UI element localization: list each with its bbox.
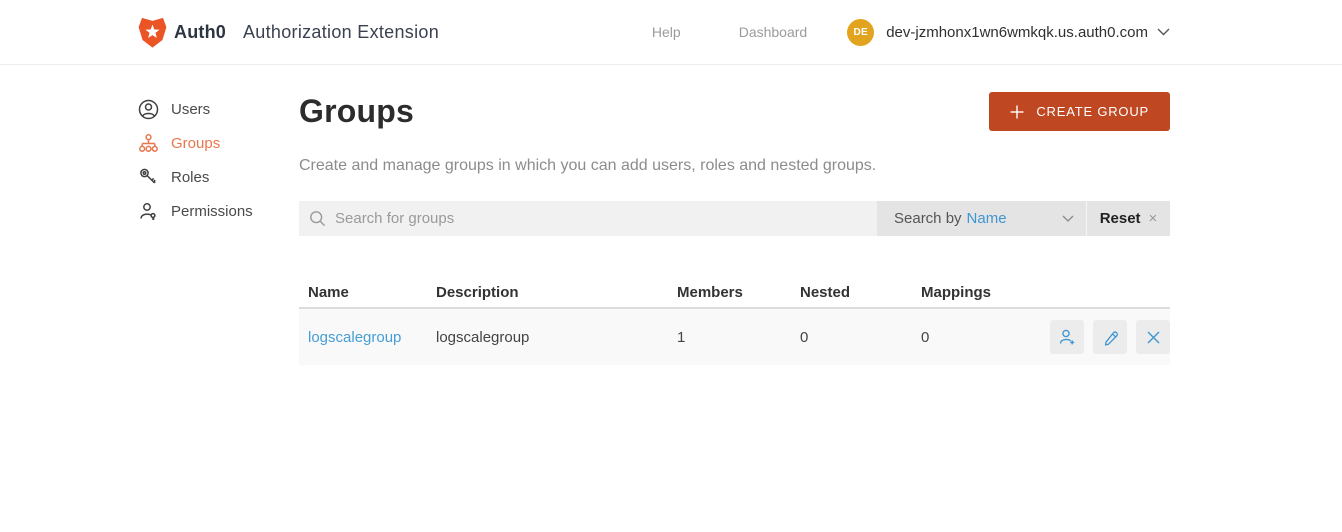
- row-actions: [1041, 320, 1170, 354]
- dashboard-link[interactable]: Dashboard: [739, 24, 808, 40]
- chevron-down-icon[interactable]: [1157, 28, 1170, 36]
- add-user-icon: [1059, 329, 1074, 344]
- app-title: Authorization Extension: [243, 21, 440, 42]
- title-row: Groups CREATE GROUP: [299, 92, 1170, 131]
- close-icon: [1147, 331, 1159, 343]
- close-icon: ×: [1148, 210, 1158, 227]
- group-description-cell: logscalegroup: [436, 328, 530, 346]
- group-members-cell: 1: [677, 328, 686, 346]
- main-panel: Groups CREATE GROUP Create and manage gr…: [299, 65, 1170, 365]
- header-right: Help Dashboard DE dev-jzmhonx1wn6wmkqk.u…: [652, 18, 1170, 46]
- column-header-nested: Nested: [800, 283, 851, 301]
- table-row: logscalegroup logscalegroup 1 0 0: [299, 309, 1170, 365]
- edit-button[interactable]: [1093, 320, 1127, 354]
- group-mappings-cell: 0: [921, 328, 930, 346]
- group-name-link[interactable]: logscalegroup: [308, 329, 401, 346]
- pencil-icon: [1104, 330, 1118, 346]
- tenant-domain: dev-jzmhonx1wn6wmkqk.us.auth0.com: [886, 23, 1148, 41]
- sidebar-item-permissions[interactable]: Permissions: [138, 194, 299, 228]
- plus-icon: [1010, 105, 1024, 119]
- delete-button[interactable]: [1136, 320, 1170, 354]
- groups-table: Name Description Members Nested Mappings…: [299, 277, 1170, 365]
- sidebar-item-label: Groups: [171, 134, 221, 152]
- brand-group: Auth0 Authorization Extension: [138, 17, 439, 48]
- column-header-name: Name: [308, 283, 349, 301]
- page-description: Create and manage groups in which you ca…: [299, 157, 877, 174]
- person-key-icon: [138, 201, 159, 222]
- search-by-dropdown[interactable]: Search by Name: [877, 201, 1087, 236]
- help-link[interactable]: Help: [652, 24, 681, 40]
- reset-label: Reset: [1099, 210, 1141, 227]
- page-title: Groups: [299, 93, 414, 129]
- column-header-description: Description: [436, 283, 519, 301]
- sidebar-item-label: Users: [171, 100, 211, 118]
- group-name-cell: logscalegroup: [308, 329, 436, 346]
- page-content: Users Groups Roles Permissions Groups CR…: [0, 65, 1342, 365]
- keys-icon: [138, 167, 159, 188]
- hierarchy-icon: [138, 133, 159, 154]
- search-box: [299, 201, 877, 236]
- auth0-logo-icon: [138, 17, 167, 48]
- column-header-members: Members: [677, 283, 743, 301]
- sidebar-item-groups[interactable]: Groups: [138, 126, 299, 160]
- sidebar-item-users[interactable]: Users: [138, 92, 299, 126]
- search-by-label: Search by: [894, 210, 962, 227]
- search-input[interactable]: [335, 210, 867, 227]
- app-header: Auth0 Authorization Extension Help Dashb…: [0, 0, 1342, 65]
- create-group-button[interactable]: CREATE GROUP: [989, 92, 1170, 131]
- reset-button[interactable]: Reset ×: [1087, 201, 1170, 236]
- sidebar-item-label: Roles: [171, 168, 210, 186]
- create-group-label: CREATE GROUP: [1036, 104, 1149, 119]
- sidebar-item-roles[interactable]: Roles: [138, 160, 299, 194]
- user-icon: [138, 99, 159, 120]
- search-by-value: Name: [966, 210, 1007, 227]
- column-header-mappings: Mappings: [921, 283, 991, 301]
- sidebar-item-label: Permissions: [171, 202, 253, 220]
- brand-name: Auth0: [174, 21, 226, 42]
- table-header: Name Description Members Nested Mappings: [299, 277, 1170, 309]
- chevron-down-icon: [1062, 215, 1074, 223]
- add-member-button[interactable]: [1050, 320, 1084, 354]
- sidebar: Users Groups Roles Permissions: [138, 65, 299, 228]
- group-nested-cell: 0: [800, 328, 809, 346]
- search-bar: Search by Name Reset ×: [299, 201, 1170, 236]
- avatar[interactable]: DE: [847, 18, 875, 46]
- search-icon: [309, 210, 326, 227]
